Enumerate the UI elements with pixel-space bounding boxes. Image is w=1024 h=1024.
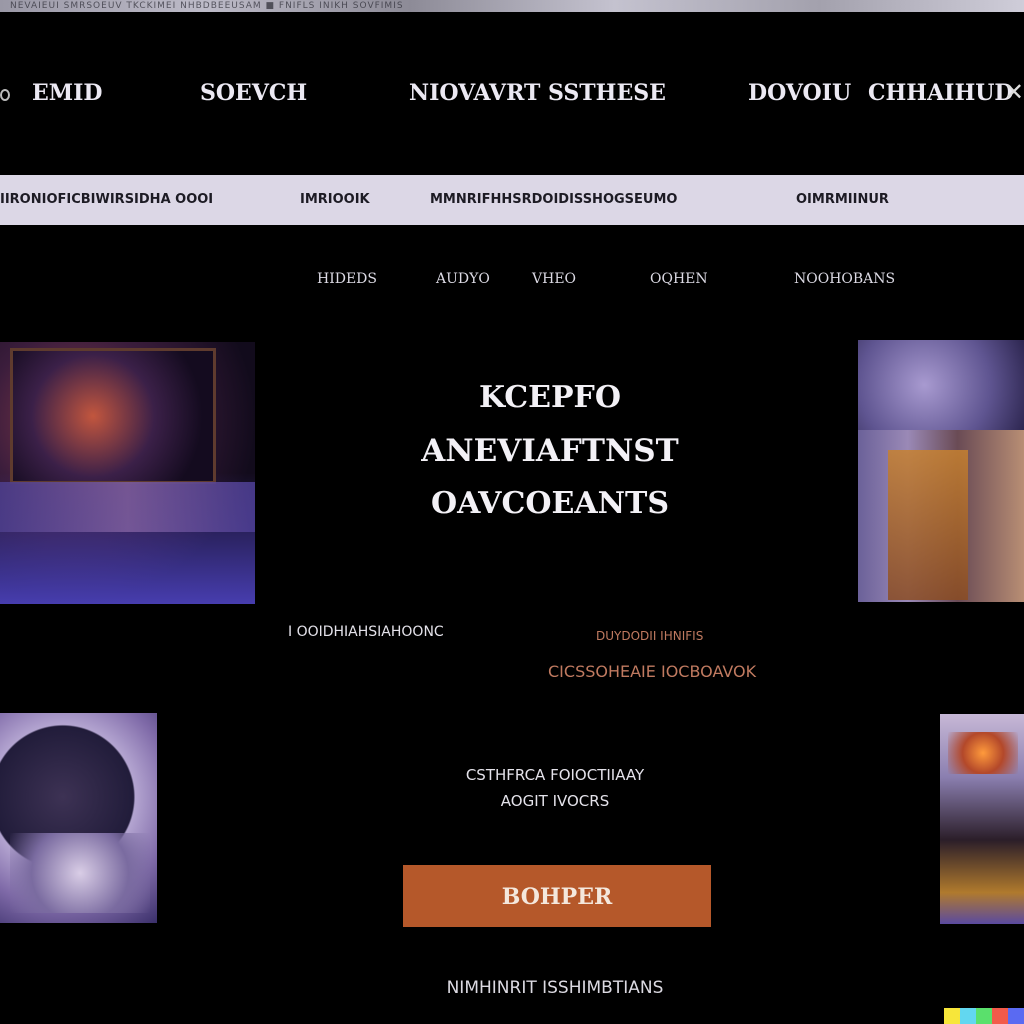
hero-title-line-2: ANEVIAFTNST [421,433,679,469]
nav-item-5[interactable]: CHHAIHUD [868,80,1014,106]
watermark-swatch [976,1008,992,1024]
hero-title-line-1: KCEPFO [478,380,621,415]
category-link-3[interactable]: VHEO [532,271,576,287]
nav-item-2[interactable]: SOEVCH [200,80,307,106]
hero-title-line-3: OAVCOEANTS [430,486,670,521]
subnav-item-4[interactable]: OIMRMIINUR [796,192,889,207]
category-link-1[interactable]: HIDEDS [317,271,377,287]
secondary-nav-bar: IIRONIOFICBIWIRSIDHA OOOI IMRIOOIK MMNRI… [0,175,1024,225]
browser-tab-strip: NEVAIEUI SMRSOEUV TKCKIMEI NHBDBEEUSAM ■… [0,0,1024,12]
body-text-line-2: AOGIT IVOCRS [500,792,610,810]
image-blob [10,833,150,913]
browser-strip-text: NEVAIEUI SMRSOEUV TKCKIMEI NHBDBEEUSAM ■… [10,1,404,11]
nav-item-3[interactable]: NIOVAVRT SSTHESE [409,80,666,106]
meta-link-right-2[interactable]: CICSSOHEAIE IOCBOAVOK [548,662,756,681]
menu-dot-icon[interactable] [0,89,10,101]
hero-image-right[interactable] [858,340,1024,602]
hero-image-left[interactable] [0,342,255,604]
category-link-5[interactable]: NOOHOBANS [794,271,895,287]
close-icon[interactable]: ✕ [1004,78,1024,106]
category-link-4[interactable]: OQHEN [650,271,708,287]
color-watermark [944,1008,1024,1024]
nav-item-1[interactable]: EMID [32,80,103,106]
subnav-item-1[interactable]: IIRONIOFICBIWIRSIDHA OOOI [0,192,213,207]
subnav-item-2[interactable]: IMRIOOIK [300,192,370,207]
watermark-swatch [1008,1008,1024,1024]
image-top [858,340,1024,430]
page: NEVAIEUI SMRSOEUV TKCKIMEI NHBDBEEUSAM ■… [0,0,1024,1024]
watermark-swatch [960,1008,976,1024]
gallery-image-bottom-right[interactable] [940,714,1024,924]
image-frame [10,348,216,484]
main-nav: EMID SOEVCH NIOVAVRT SSTHESE DOVOIU CHHA… [0,60,1024,126]
body-text-line-1: CSTHFRCA FOIOCTIIAAY [465,766,645,784]
category-link-2[interactable]: AUDYO [436,271,490,287]
watermark-swatch [992,1008,1008,1024]
subnav-item-3[interactable]: MMNRIFHHSRDOIDISSHOGSEUMO [430,192,677,207]
nav-item-4[interactable]: DOVOIU [748,80,851,106]
meta-text-left: I OOIDHIAHSIAHOONC [288,624,444,640]
image-neon [948,732,1018,774]
cta-button[interactable]: BOHPER [403,865,711,927]
watermark-swatch [944,1008,960,1024]
image-shelf [0,482,255,532]
image-beam [888,450,968,600]
footer-text: NIMHINRIT ISSHIMBTIANS [446,978,664,998]
gallery-image-bottom-left[interactable] [0,713,157,923]
meta-link-right-1[interactable]: DUYDODII IHNIFIS [596,629,703,643]
